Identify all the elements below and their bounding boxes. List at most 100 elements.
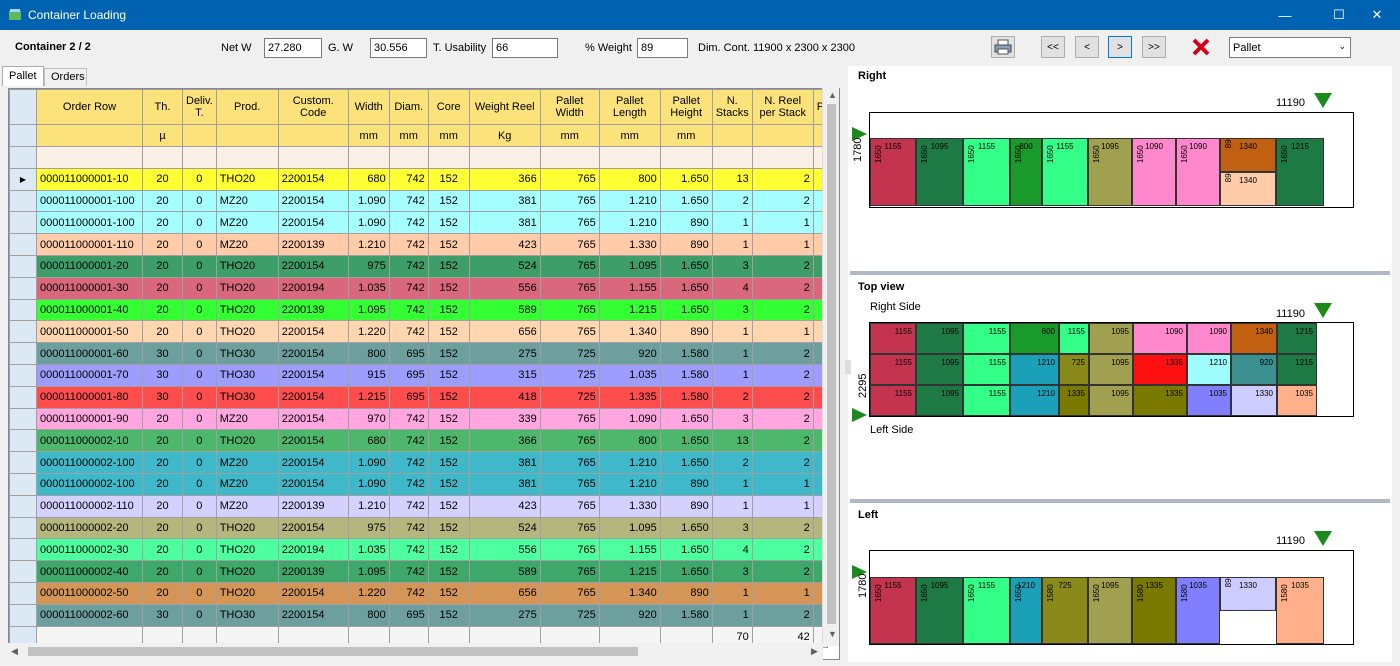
table-cell[interactable]: 742 [388, 538, 429, 562]
pallet-block[interactable]: 1095 [916, 354, 963, 385]
pallet-block[interactable]: 1210 1650 [1010, 577, 1042, 644]
table-cell[interactable]: 656 [468, 581, 541, 605]
table-cell[interactable]: 1.210 [347, 494, 390, 518]
table-cell[interactable]: 2200154 [277, 429, 349, 453]
table-cell[interactable]: 000011000001-10 [36, 167, 143, 191]
table-cell[interactable]: 1 [711, 472, 753, 496]
table-cell[interactable]: 1.210 [347, 233, 390, 256]
pallet-block[interactable]: 1035 [1187, 385, 1231, 416]
vertical-scrollbar[interactable]: ▲ ▼ [822, 88, 839, 646]
table-cell[interactable]: 1.650 [659, 451, 713, 474]
table-cell[interactable]: 000011000002-50 [36, 581, 143, 605]
view-select[interactable]: Pallet ⌄ [1229, 37, 1351, 58]
table-cell[interactable]: 1.090 [347, 451, 390, 474]
table-cell[interactable]: 0 [182, 560, 217, 583]
table-cell[interactable]: 1.650 [659, 538, 713, 562]
table-cell[interactable]: 742 [388, 581, 429, 605]
row-selector[interactable] [9, 363, 37, 387]
row-selector[interactable] [9, 603, 37, 627]
table-cell[interactable]: 765 [539, 276, 600, 300]
table-cell[interactable]: 1.650 [659, 516, 713, 540]
pallet-block[interactable]: 1095 1650 [1088, 138, 1132, 206]
weight-percent-field[interactable]: 89 [637, 38, 688, 58]
column-header[interactable]: Pallet Length [598, 89, 661, 125]
table-cell[interactable]: 3 [711, 298, 753, 322]
table-cell[interactable]: 1.580 [659, 603, 713, 627]
table-cell[interactable]: 970 [347, 407, 390, 431]
table-cell[interactable]: 2200139 [277, 298, 349, 322]
table-cell[interactable]: 152 [427, 560, 470, 583]
table-row[interactable]: 000011000001-110 20 0 MZ20 2200139 1.210 742 15… [9, 233, 829, 256]
table-cell[interactable]: 1.340 [598, 320, 661, 344]
table-row[interactable]: 000011000002-10 20 0 THO20 2200154 680 742 152 3… [9, 429, 829, 453]
table-cell[interactable]: THO20 [215, 320, 279, 344]
pallet-block[interactable]: 1340 [1231, 323, 1277, 354]
table-cell[interactable]: 742 [388, 233, 429, 256]
table-row[interactable]: 000011000001-80 30 0 THO30 2200154 1.215 695 15… [9, 385, 829, 409]
pallet-block[interactable]: 1095 1650 [916, 577, 963, 644]
table-cell[interactable]: 20 [142, 254, 183, 278]
table-cell[interactable]: 152 [427, 320, 470, 344]
pallet-block[interactable]: 1215 1650 [1276, 138, 1324, 206]
table-cell[interactable]: 742 [388, 451, 429, 474]
pallet-block[interactable]: 1330 [1231, 385, 1277, 416]
table-cell[interactable]: 1.580 [659, 342, 713, 365]
table-cell[interactable]: 890 [659, 320, 713, 344]
table-cell[interactable]: 2 [751, 342, 814, 365]
table-cell[interactable]: THO30 [215, 385, 279, 409]
table-cell[interactable]: 3 [711, 516, 753, 540]
pallet-block[interactable]: 725 1580 [1042, 577, 1088, 644]
table-cell[interactable]: 13 [711, 167, 753, 191]
table-cell[interactable]: 381 [468, 211, 541, 235]
row-selector[interactable] [9, 516, 37, 540]
table-cell[interactable]: 20 [142, 407, 183, 431]
table-cell[interactable]: 1.330 [598, 494, 661, 518]
column-header[interactable]: Prod. [215, 89, 279, 125]
table-cell[interactable]: THO30 [215, 363, 279, 387]
table-cell[interactable]: 000011000001-90 [36, 407, 143, 431]
pallet-block[interactable]: 1155 1650 [870, 577, 916, 644]
table-cell[interactable]: 1 [711, 581, 753, 605]
pallet-block[interactable]: 1155 [963, 354, 1010, 385]
table-cell[interactable]: 800 [347, 342, 390, 365]
table-row[interactable]: ▶ 000011000001-10 20 0 THO20 2200154 680 742 152… [9, 167, 829, 191]
table-row[interactable]: 000011000001-60 30 0 THO30 2200154 800 695 152 2… [9, 342, 829, 365]
row-selector[interactable] [9, 276, 37, 300]
pallet-block[interactable]: 725 [1059, 354, 1089, 385]
row-selector[interactable] [9, 472, 37, 496]
pallet-block[interactable]: 1155 1650 [963, 577, 1010, 644]
column-header[interactable]: Weight Reel [468, 89, 541, 125]
table-cell[interactable]: 4 [711, 276, 753, 300]
table-cell[interactable]: 890 [659, 494, 713, 518]
table-cell[interactable]: 2 [751, 363, 814, 387]
column-header[interactable]: Width [347, 89, 390, 125]
table-row[interactable]: 000011000002-30 20 0 THO20 2200194 1.035 742 15… [9, 538, 829, 562]
tab-orders[interactable]: Orders [44, 68, 87, 86]
pallet-block[interactable]: 1215 [1277, 323, 1317, 354]
table-cell[interactable]: 0 [182, 494, 217, 518]
table-row[interactable]: 000011000001-70 30 0 THO30 2200154 915 695 152 3… [9, 363, 829, 387]
table-cell[interactable]: 556 [468, 276, 541, 300]
table-cell[interactable]: 30 [142, 342, 183, 365]
table-cell[interactable]: 0 [182, 342, 217, 365]
table-cell[interactable]: 742 [388, 407, 429, 431]
table-row[interactable]: 000011000002-60 30 0 THO30 2200154 800 695 152 2… [9, 603, 829, 627]
table-cell[interactable]: 2200139 [277, 560, 349, 583]
table-cell[interactable]: 30 [142, 363, 183, 387]
table-cell[interactable]: 1.650 [659, 560, 713, 583]
table-cell[interactable]: 1.035 [347, 538, 390, 562]
table-cell[interactable]: 0 [182, 254, 217, 278]
table-cell[interactable]: 000011000002-10 [36, 429, 143, 453]
table-cell[interactable]: 0 [182, 189, 217, 213]
table-cell[interactable]: 742 [388, 167, 429, 191]
pallet-block[interactable]: 1340 890 [1220, 172, 1276, 206]
table-cell[interactable]: MZ20 [215, 451, 279, 474]
table-cell[interactable]: 742 [388, 320, 429, 344]
net-weight-field[interactable]: 27.280 [264, 38, 322, 58]
table-cell[interactable]: 765 [539, 233, 600, 256]
table-cell[interactable]: 1.035 [598, 363, 661, 387]
table-cell[interactable]: 2 [751, 385, 814, 409]
pallet-block[interactable]: 1090 1650 [1176, 138, 1220, 206]
table-cell[interactable]: 800 [598, 167, 661, 191]
table-cell[interactable]: 1 [751, 581, 814, 605]
